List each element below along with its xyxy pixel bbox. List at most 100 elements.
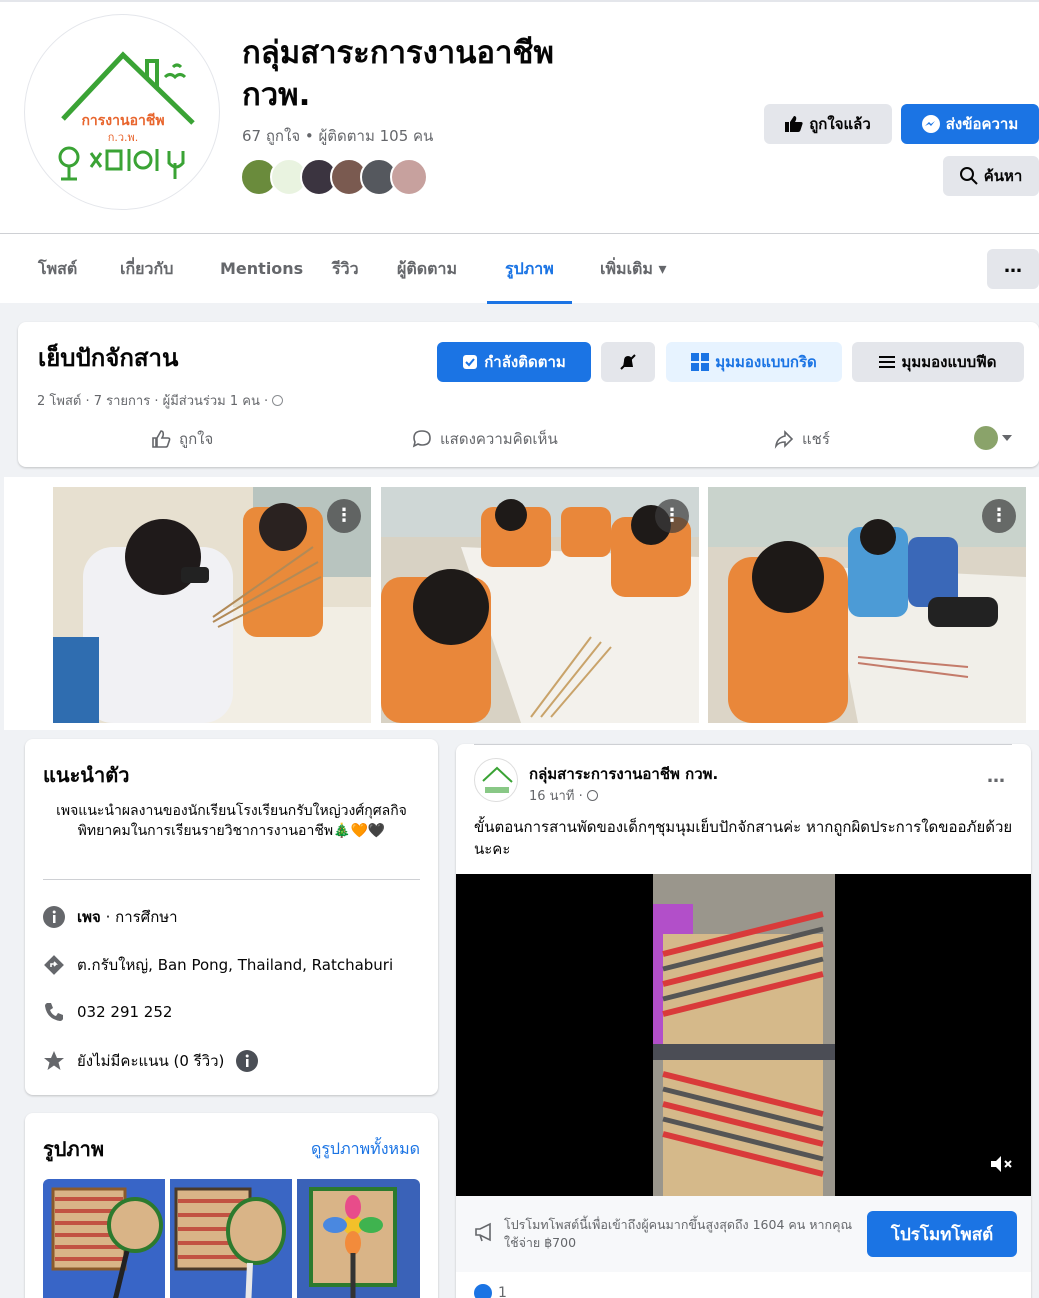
thumbs-up-icon: [785, 116, 803, 132]
notifications-button[interactable]: [601, 342, 655, 382]
following-check-icon: [463, 355, 478, 369]
album-comment-action[interactable]: แสดงความคิดเห็น: [412, 427, 558, 451]
page-header: การงานอาชีพ ก.ว.พ. กลุ่มสาระการงานอาชีพ …: [0, 0, 1039, 233]
photos-thumbnail[interactable]: [170, 1179, 292, 1298]
logo-subtext: ก.ว.พ.: [108, 131, 139, 144]
post-time[interactable]: 16 นาที ·: [529, 785, 598, 806]
video-frame: [653, 874, 835, 1196]
thumbnail-image: [51, 1187, 163, 1298]
tab-about[interactable]: เกี่ยวกับ: [120, 234, 173, 304]
intro-card: แนะนำตัว เพจแนะนำผลงานของนักเรียนโรงเรีย…: [25, 739, 438, 1095]
page-title: กลุ่มสาระการงานอาชีพ กวพ.: [242, 32, 712, 116]
liked-button[interactable]: ถูกใจแล้ว: [764, 104, 892, 144]
grid-view-button[interactable]: มุมมองแบบกริด: [666, 342, 842, 382]
see-all-photos-link[interactable]: ดูรูปภาพทั้งหมด: [311, 1137, 420, 1162]
album-like-label: ถูกใจ: [179, 430, 214, 448]
page-stats: 67 ถูกใจ • ผู้ติดตาม 105 คน: [242, 127, 434, 145]
album-like-action[interactable]: ถูกใจ: [151, 427, 213, 451]
album-photo-grid: ⋮ ⋮ ⋮: [4, 477, 1039, 730]
follower-avatar[interactable]: [390, 158, 428, 196]
send-message-label: ส่งข้อความ: [945, 115, 1019, 133]
like-outline-icon: [152, 430, 171, 448]
album-share-action[interactable]: แชร์: [774, 427, 830, 451]
tab-mentions[interactable]: Mentions: [220, 234, 303, 304]
post-author-avatar[interactable]: [474, 758, 518, 802]
search-button[interactable]: ค้นหา: [943, 156, 1039, 196]
photo-options-button[interactable]: ⋮: [655, 499, 689, 533]
reaction-count: 1: [498, 1285, 507, 1298]
intro-category: เพจ · การศึกษา: [77, 905, 178, 929]
following-label: กำลังติดตาม: [484, 353, 566, 371]
intro-bio: เพจแนะนำผลงานของนักเรียนโรงเรียนกรับใหญ่…: [56, 803, 407, 839]
intro-heading: แนะนำตัว: [43, 763, 130, 787]
tab-reviews[interactable]: รีวิว: [332, 234, 359, 304]
photo-options-button[interactable]: ⋮: [327, 499, 361, 533]
album-photo[interactable]: ⋮: [381, 487, 699, 723]
info-icon: [43, 906, 65, 928]
audience-avatar: [974, 426, 998, 450]
photo-image: [53, 487, 371, 723]
tab-more[interactable]: เพิ่มเติม ▾: [600, 234, 667, 304]
like-reaction-icon: [474, 1284, 492, 1298]
globe-icon: [586, 790, 598, 801]
audience-selector[interactable]: [974, 426, 1012, 450]
globe-icon: [272, 395, 284, 406]
logo-graphic: การงานอาชีพ ก.ว.พ.: [58, 51, 195, 181]
promote-text: โปรโมทโพสต์นี้เพื่อเข้าถึงผู้คนมากขึ้นสู…: [504, 1217, 853, 1250]
messenger-icon: [921, 115, 940, 133]
page-root: การงานอาชีพ ก.ว.พ. กลุ่มสาระการงานอาชีพ …: [0, 0, 1039, 1298]
intro-rating: ยังไม่มีคะแนน (0 รีวิว): [77, 1052, 225, 1070]
following-button[interactable]: กำลังติดตาม: [437, 342, 591, 382]
tabs-more-options-button[interactable]: …: [987, 249, 1039, 289]
send-message-button[interactable]: ส่งข้อความ: [901, 104, 1039, 144]
intro-location: ต.กรับใหญ่, Ban Pong, Thailand, Ratchabu…: [77, 956, 394, 974]
grid-view-label: มุมมองแบบกริด: [715, 353, 817, 371]
phone-icon: [43, 1001, 65, 1023]
reaction-summary[interactable]: 1: [474, 1284, 507, 1298]
photo-options-button[interactable]: ⋮: [982, 499, 1016, 533]
post-card: กลุ่มสาระการงานอาชีพ กวพ. 16 นาที · … ขั…: [456, 744, 1031, 1298]
photos-thumbnail[interactable]: [297, 1179, 420, 1298]
share-icon: [774, 430, 794, 449]
intro-phone-row[interactable]: 032 291 252: [43, 1001, 172, 1023]
star-icon: [43, 1050, 65, 1072]
intro-category-rest: · การศึกษา: [100, 908, 178, 926]
page-logo[interactable]: การงานอาชีพ ก.ว.พ.: [24, 14, 220, 210]
page-title-line1: กลุ่มสาระการงานอาชีพ: [242, 35, 554, 71]
tab-posts[interactable]: โพสต์: [38, 234, 77, 304]
comment-icon: [412, 430, 431, 448]
intro-phone: 032 291 252: [77, 1003, 173, 1021]
chevron-down-icon: [1002, 435, 1012, 441]
photo-image: [381, 487, 699, 723]
page-title-line2: กวพ.: [242, 77, 311, 113]
follower-avatars[interactable]: [240, 158, 428, 196]
photo-image: [708, 487, 1026, 723]
album-photo[interactable]: ⋮: [53, 487, 371, 723]
intro-divider: [43, 879, 420, 880]
search-label: ค้นหา: [983, 167, 1023, 185]
post-top-divider: [474, 744, 1012, 745]
promote-bar: โปรโมทโพสต์นี้เพื่อเข้าถึงผู้คนมากขึ้นสู…: [456, 1196, 1031, 1272]
album-comment-label: แสดงความคิดเห็น: [440, 430, 558, 448]
tab-photos[interactable]: รูปภาพ: [487, 234, 572, 304]
album-share-label: แชร์: [802, 430, 830, 448]
post-video[interactable]: [456, 874, 1031, 1196]
feed-view-button[interactable]: มุมมองแบบฟีด: [852, 342, 1024, 382]
thumbnail-image: [174, 1187, 286, 1298]
tab-followers[interactable]: ผู้ติดตาม: [397, 234, 457, 304]
album-title: เย็บปักจักสาน: [38, 344, 179, 372]
album-photo[interactable]: ⋮: [708, 487, 1026, 723]
post-text: ขั้นตอนการสานพัดของเด็กๆชุมนุมเย็บปักจัก…: [474, 818, 1013, 858]
location-directions-icon: [43, 954, 65, 976]
rating-info-icon[interactable]: [236, 1050, 259, 1072]
post-options-button[interactable]: …: [987, 766, 1005, 787]
mute-icon[interactable]: [989, 1154, 1013, 1178]
post-author-name[interactable]: กลุ่มสาระการงานอาชีพ กวพ.: [529, 762, 718, 786]
photos-thumbnail[interactable]: [43, 1179, 165, 1298]
album-meta-text: 2 โพสต์ · 7 รายการ · ผู้มีส่วนร่วม 1 คน …: [37, 394, 269, 409]
promote-post-button[interactable]: โปรโมทโพสต์: [867, 1211, 1017, 1257]
author-logo-icon: [482, 766, 513, 793]
page-tabs: โพสต์ เกี่ยวกับ Mentions รีวิว ผู้ติดตาม…: [0, 233, 1039, 304]
intro-category-bold: เพจ: [77, 908, 101, 926]
intro-location-row[interactable]: ต.กรับใหญ่, Ban Pong, Thailand, Ratchabu…: [43, 953, 393, 977]
